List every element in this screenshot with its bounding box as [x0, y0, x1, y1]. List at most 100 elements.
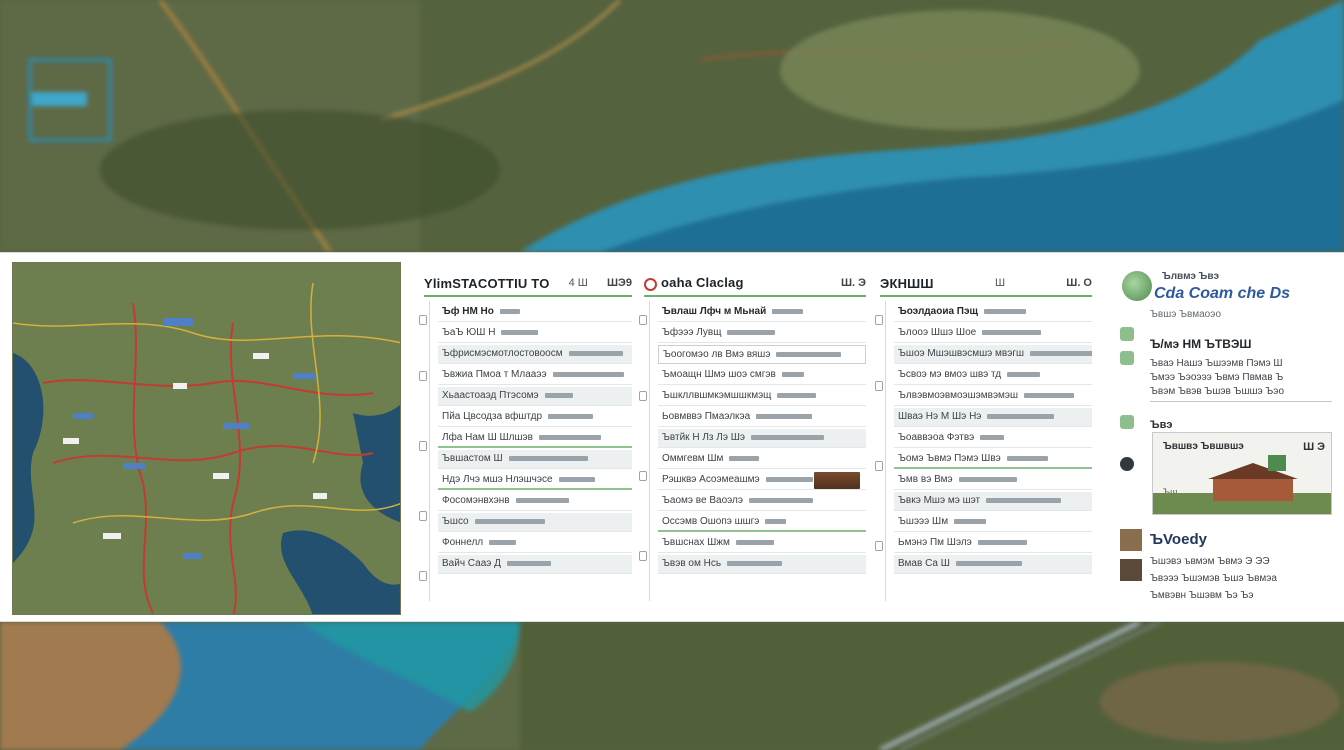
- list-item[interactable]: Ъмоащн Шмэ шоэ смгэв: [658, 366, 866, 385]
- sidebar-icon-rail: [1116, 327, 1136, 597]
- checkbox[interactable]: [875, 541, 883, 551]
- sidebar-subtitle: Ъвшэ Ъвмаоэо: [1150, 309, 1222, 320]
- text-placeholder: [750, 434, 824, 440]
- list-item[interactable]: Оммгевм Шм: [658, 450, 866, 469]
- list-item[interactable]: Оссэмв Ошопэ шшгэ: [658, 513, 866, 532]
- list-item[interactable]: Ъвэв ом Нсь: [658, 555, 866, 574]
- list-item-label: Фосомэнвхэнв: [442, 495, 510, 506]
- text-placeholder: [558, 476, 595, 482]
- leaf-icon[interactable]: [1120, 415, 1134, 429]
- logo-icon: [1122, 271, 1152, 301]
- avatar: [1120, 559, 1142, 581]
- text-placeholder: [777, 392, 817, 398]
- list-item[interactable]: Ъшэээ Шм: [894, 513, 1092, 532]
- sidebar-line: Ъваэ Нашэ Ъшээмв Пэмэ Ш: [1150, 358, 1283, 369]
- list-item-label: Ъвшснах Шжм: [662, 537, 730, 548]
- list-item-label: Ъшкллвшмкэмшшкмэщ: [662, 390, 772, 401]
- map-icon: [13, 263, 400, 614]
- column-header: ЭКНШШ Ш Ш. О: [880, 273, 1092, 297]
- list-item[interactable]: Вмав Са Ш: [894, 555, 1092, 574]
- panel-column-2: oaha Claclag Ш. Э Ъвлаш Лфч м Мьнай Ъфэээ…: [636, 273, 866, 607]
- list-item[interactable]: Пйа Цвсодза вфштдр: [438, 408, 632, 427]
- list-item[interactable]: Ндэ Лчэ мшэ Нлэшчэсе: [438, 471, 632, 490]
- checkbox[interactable]: [875, 381, 883, 391]
- column-control[interactable]: ШЭ9: [607, 277, 632, 289]
- list-item-label: Хьаастоаэд Птэсомэ: [442, 390, 539, 401]
- list-item[interactable]: Ъвкэ Мшэ мэ шэт: [894, 492, 1092, 511]
- list-item-label: Ьовмввэ Пмаэлкэа: [662, 411, 751, 422]
- list-item-label: Пйа Цвсодза вфштдр: [442, 411, 543, 422]
- list-item[interactable]: Ъаомэ ве Ваоэлэ: [658, 492, 866, 511]
- text-placeholder: [506, 560, 551, 566]
- checkbox[interactable]: [419, 441, 427, 451]
- checkbox[interactable]: [419, 511, 427, 521]
- leaf-icon[interactable]: [1120, 327, 1134, 341]
- text-placeholder: [489, 539, 517, 545]
- sidebar-caption: Ълвмэ Ъвэ: [1162, 271, 1219, 282]
- checkbox[interactable]: [875, 461, 883, 471]
- map-panel[interactable]: [12, 262, 401, 615]
- building-thumbnail: [814, 472, 860, 489]
- checkbox[interactable]: [419, 571, 427, 581]
- list-item[interactable]: Ъфрисмэсмотлостовоосм: [438, 345, 632, 364]
- list-item[interactable]: Ъвжиа Пмоа т Млааээ: [438, 366, 632, 385]
- list-item[interactable]: ЪаЪ ЮШ Н: [438, 324, 632, 343]
- list-item[interactable]: Ъсвоэ мэ вмоэ швэ тд: [894, 366, 1092, 385]
- text-placeholder: [552, 371, 624, 377]
- list-item[interactable]: Ъфэээ Лувщ: [658, 324, 866, 343]
- column-title-text: oaha Claclag: [661, 275, 744, 291]
- list-item[interactable]: Ъвлаш Лфч м Мьнай: [658, 303, 866, 322]
- list-item[interactable]: Ъоогомэо лв Вмэ вяшэ: [658, 345, 866, 364]
- text-placeholder: [538, 434, 601, 440]
- building-photo: [1153, 455, 1331, 514]
- leaf-icon[interactable]: [1120, 351, 1134, 365]
- list-item[interactable]: Ълвэвмоэвмоэшэмвэмэш: [894, 387, 1092, 406]
- checkbox[interactable]: [639, 471, 647, 481]
- photo-card[interactable]: Ъвшвэ Ъвшвшэ Ш Э Ъш: [1152, 432, 1332, 515]
- checkbox[interactable]: [639, 391, 647, 401]
- list-item[interactable]: Ъшкллвшмкэмшшкмэщ: [658, 387, 866, 406]
- list-item[interactable]: Ьмэнэ Пм Шэлэ: [894, 534, 1092, 553]
- list-item[interactable]: Шваэ Нэ М Шэ Нэ: [894, 408, 1092, 427]
- list-item[interactable]: Ъоаввэоа Фэтвэ: [894, 429, 1092, 448]
- background-satellite-bottom: [0, 622, 1344, 750]
- column-control[interactable]: Ш. Э: [841, 277, 866, 289]
- list-item[interactable]: Ъомэ Ъвмэ Пэмэ Швэ: [894, 450, 1092, 469]
- list-item-label: Фоннелл: [442, 537, 484, 548]
- list-item[interactable]: Фоннелл: [438, 534, 632, 553]
- list-item-label: Вайч Сааэ Д: [442, 558, 501, 569]
- list-item[interactable]: Хьаастоаэд Птэсомэ: [438, 387, 632, 406]
- list-item[interactable]: Ълооэ Шшэ Шое: [894, 324, 1092, 343]
- list-item[interactable]: Ъвшснах Шжм: [658, 534, 866, 553]
- sidebar-label: Ъвэ: [1150, 419, 1173, 431]
- list-item[interactable]: Фосомэнвхэнв: [438, 492, 632, 511]
- checkbox[interactable]: [419, 371, 427, 381]
- checkbox[interactable]: [875, 315, 883, 325]
- sidebar-heading[interactable]: Cda Coam che Ds: [1154, 285, 1290, 303]
- list-item[interactable]: Вайч Сааэ Д: [438, 555, 632, 574]
- checkbox[interactable]: [419, 315, 427, 325]
- text-placeholder: [983, 308, 1026, 314]
- list-item-label: Ъаомэ ве Ваоэлэ: [662, 495, 743, 506]
- list-item-label: ЪаЪ ЮШ Н: [442, 327, 496, 338]
- list-item[interactable]: Лфа Нам Ш Шлшэв: [438, 429, 632, 448]
- text-placeholder: [1024, 392, 1075, 398]
- list-item[interactable]: Ъвшастом Ш: [438, 450, 632, 469]
- list-item[interactable]: Ьовмввэ Пмаэлкэа: [658, 408, 866, 427]
- list-item-label: Ъвкэ Мшэ мэ шэт: [898, 495, 981, 506]
- column-subtitle: 4 Ш: [568, 277, 588, 289]
- list-item[interactable]: Ъоэлдаоиа Пэщ: [894, 303, 1092, 322]
- list-item[interactable]: Ъф НМ Но: [438, 303, 632, 322]
- list-item[interactable]: Ъвтйк Н Лз Лэ Шэ: [658, 429, 866, 448]
- checkbox[interactable]: [639, 315, 647, 325]
- list-item-label: Ъвшастом Ш: [442, 453, 503, 464]
- checkbox[interactable]: [639, 551, 647, 561]
- list-item[interactable]: Рэшквэ Асоэмеашмэ: [658, 471, 866, 490]
- list-item[interactable]: Ъшсо: [438, 513, 632, 532]
- settings-icon[interactable]: [1120, 457, 1134, 471]
- column-control[interactable]: Ш. О: [1066, 277, 1092, 289]
- sidebar-line: Ъмээ Ъэоэээ Ъвмэ Пвмав Ъ: [1150, 372, 1284, 383]
- list-item[interactable]: Ъшоэ Мшэшвэсмшэ мвэгш: [894, 345, 1092, 364]
- list-item[interactable]: Ъмв вэ Вмэ: [894, 471, 1092, 490]
- list-item-label: Ъшэээ Шм: [898, 516, 949, 527]
